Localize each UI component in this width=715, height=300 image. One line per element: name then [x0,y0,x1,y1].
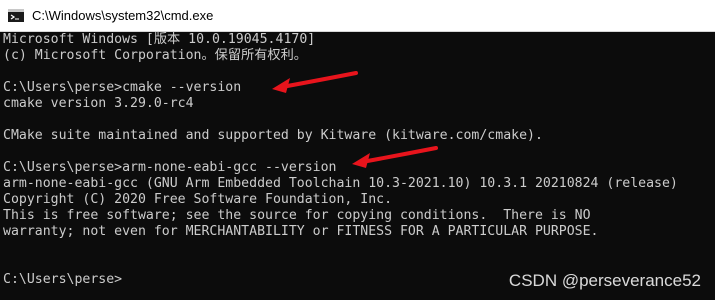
terminal-line: C:\Users\perse>arm-none-eabi-gcc --versi… [3,160,337,175]
cmd-icon [8,9,24,22]
terminal-line: arm-none-eabi-gcc (GNU Arm Embedded Tool… [3,176,678,191]
cmd-window: C:\Windows\system32\cmd.exe Microsoft Wi… [0,0,715,300]
terminal-line: Copyright (C) 2020 Free Software Foundat… [3,192,393,207]
title-bar[interactable]: C:\Windows\system32\cmd.exe [0,0,715,32]
window-title: C:\Windows\system32\cmd.exe [32,8,214,23]
terminal-line: CMake suite maintained and supported by … [3,128,543,143]
terminal-line: This is free software; see the source fo… [3,208,591,223]
terminal-line: warranty; not even for MERCHANTABILITY o… [3,224,599,239]
terminal-line: cmake version 3.29.0-rc4 [3,96,194,111]
terminal-line: (c) Microsoft Corporation。保留所有权利。 [3,48,307,63]
terminal-line: C:\Users\perse>cmake --version [3,80,242,95]
terminal-line: Microsoft Windows [版本 10.0.19045.4170] [3,32,316,47]
watermark-text: CSDN @perseverance52 [508,271,701,290]
terminal-output[interactable]: Microsoft Windows [版本 10.0.19045.4170] (… [0,32,715,300]
